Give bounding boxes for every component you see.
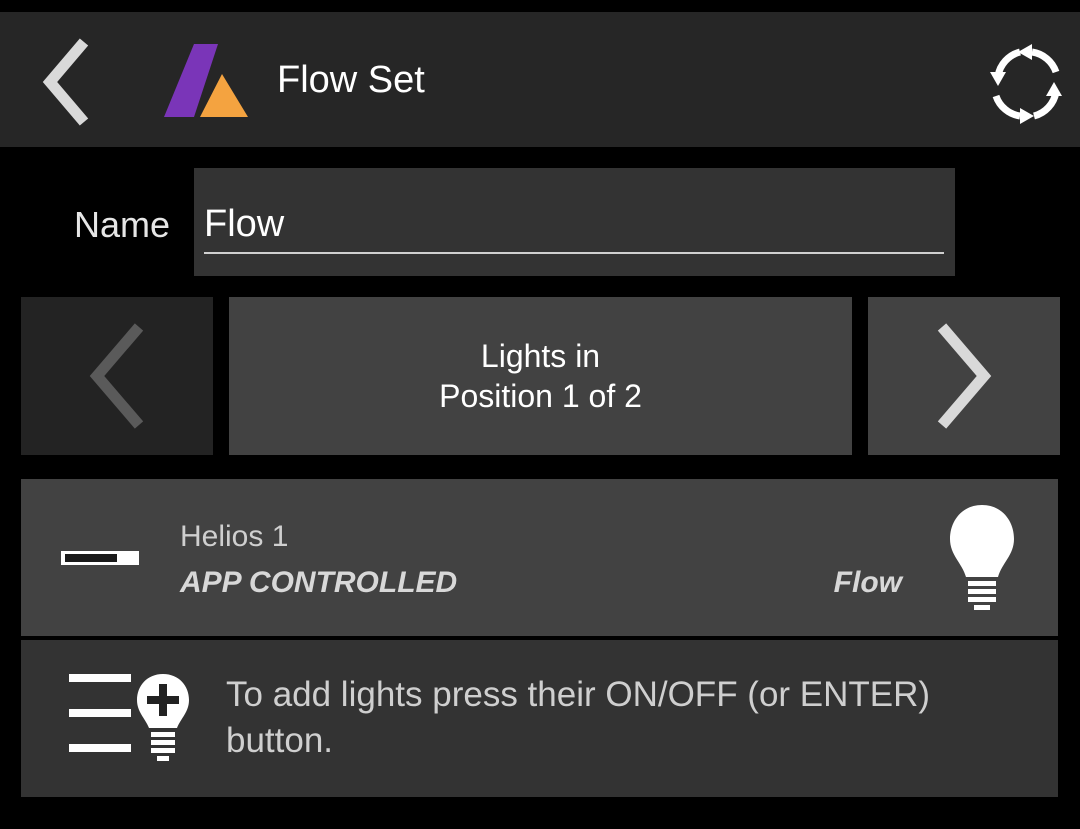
name-label: Name bbox=[74, 204, 171, 245]
light-name: Helios 1 bbox=[180, 520, 289, 553]
name-input[interactable] bbox=[204, 196, 944, 254]
add-light-icon bbox=[69, 674, 189, 761]
light-effect: Flow bbox=[833, 566, 902, 599]
name-field-container bbox=[194, 168, 955, 276]
refresh-button[interactable] bbox=[984, 42, 1068, 126]
page-title: Flow Set bbox=[277, 59, 425, 101]
next-position-button[interactable] bbox=[868, 297, 1060, 455]
chevron-left-icon bbox=[42, 38, 89, 126]
chevron-left-icon bbox=[89, 323, 144, 429]
position-line-2: Position 1 of 2 bbox=[439, 378, 642, 414]
hint-text: To add lights press their ON/OFF (or ENT… bbox=[226, 675, 931, 760]
previous-position-button[interactable] bbox=[21, 297, 213, 455]
refresh-icon bbox=[990, 44, 1062, 124]
lightbulb-icon bbox=[950, 505, 1014, 610]
app-logo-icon bbox=[164, 44, 248, 117]
light-list-item[interactable]: Helios 1 APP CONTROLLED Flow bbox=[21, 479, 1058, 636]
position-line-1: Lights in bbox=[480, 338, 601, 374]
add-lights-hint: To add lights press their ON/OFF (or ENT… bbox=[21, 640, 1058, 797]
chevron-right-icon bbox=[937, 323, 992, 429]
back-button[interactable] bbox=[28, 32, 108, 132]
status-strip bbox=[0, 0, 1080, 12]
app-bar: Flow Set bbox=[0, 12, 1080, 147]
light-mode: APP CONTROLLED bbox=[180, 566, 458, 599]
position-indicator: Lights in Position 1 of 2 bbox=[229, 297, 852, 455]
level-indicator-icon bbox=[61, 551, 139, 565]
